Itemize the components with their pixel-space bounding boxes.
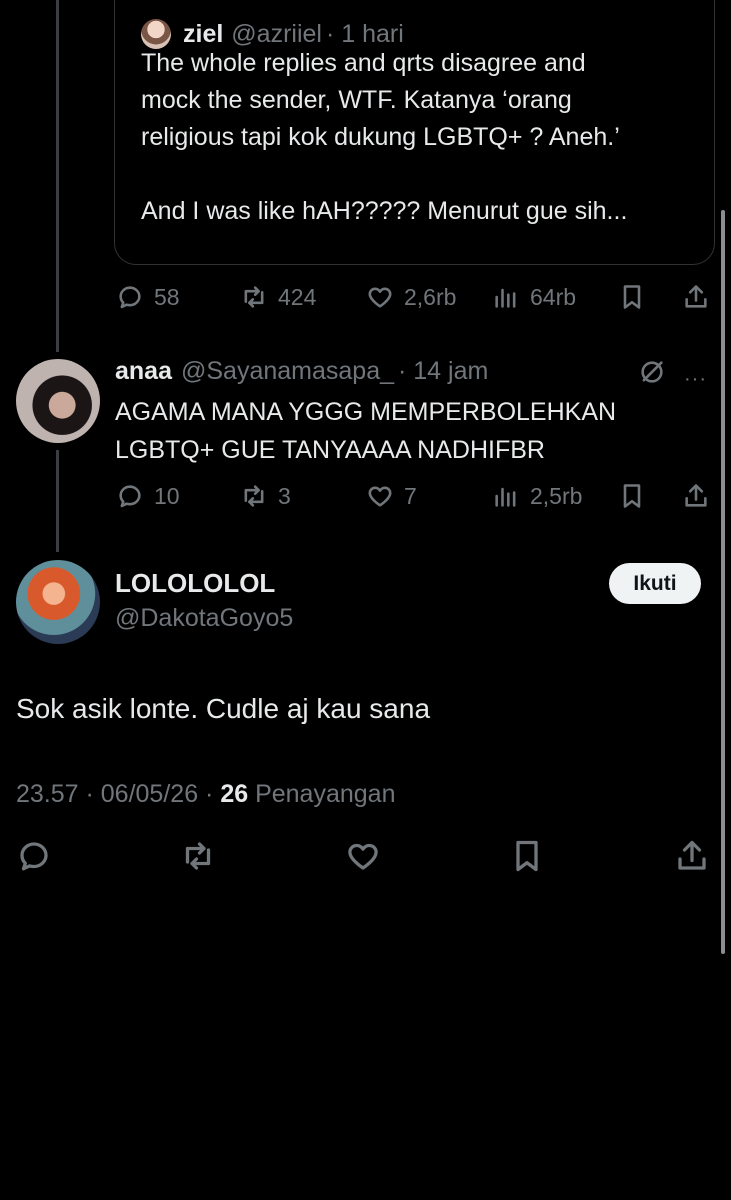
share-icon: [685, 484, 707, 507]
parent-repost-button[interactable]: 424: [240, 283, 316, 311]
main-like-button[interactable]: [345, 838, 381, 874]
more-icon[interactable]: ···: [684, 368, 707, 391]
share-icon: [678, 840, 706, 870]
main-share-button[interactable]: [674, 838, 710, 874]
bookmark-icon: [623, 484, 641, 508]
reply-like-count: 7: [404, 482, 417, 509]
share-icon: [685, 285, 707, 308]
parent-bookmark-button[interactable]: [618, 283, 646, 311]
grok-icon[interactable]: [638, 358, 666, 386]
scrollbar[interactable]: [721, 210, 725, 954]
bookmark-icon: [516, 840, 538, 872]
heart-icon: [368, 486, 392, 507]
parent-share-button[interactable]: [682, 283, 710, 311]
reply-icon: [119, 286, 141, 309]
repost-icon: [185, 842, 211, 870]
thread-line-top: [56, 0, 59, 352]
parent-repost-count: 424: [278, 283, 317, 310]
reply-repost-button[interactable]: 3: [240, 482, 291, 510]
heart-icon: [368, 287, 392, 308]
views-label: Penayangan: [248, 780, 396, 808]
reply-views-button[interactable]: 2,5rb: [492, 482, 582, 510]
reply-repost-count: 3: [278, 482, 291, 509]
quoted-tweet-text: The whole replies and qrts disagree and …: [141, 49, 628, 225]
tweet-meta: 23.57 · 06/05/26 · 26 Penayangan: [16, 780, 395, 809]
reply-views-count: 2,5rb: [530, 482, 583, 509]
reply-time: · 14 jam: [398, 357, 489, 385]
follow-button[interactable]: Ikuti: [609, 563, 701, 604]
main-tweet-text: Sok asik lonte. Cudle aj kau sana: [16, 693, 431, 724]
views-icon: [495, 487, 516, 507]
reply-reply-count: 10: [154, 482, 180, 509]
thread-line-middle: [56, 450, 59, 552]
main-avatar[interactable]: [16, 560, 100, 644]
main-bookmark-button[interactable]: [509, 838, 545, 874]
parent-reply-button[interactable]: 58: [116, 283, 180, 311]
reply-like-button[interactable]: 7: [366, 482, 417, 510]
main-reply-button[interactable]: [16, 838, 52, 874]
reply-author-handle[interactable]: @Sayanamasapa_: [181, 357, 394, 386]
views-icon: [495, 288, 516, 308]
parent-like-button[interactable]: 2,6rb: [366, 283, 456, 311]
main-author-name[interactable]: LOLOLOLOL: [115, 568, 275, 599]
reply-icon: [20, 842, 48, 871]
parent-views-button[interactable]: 64rb: [492, 283, 576, 311]
heart-icon: [348, 843, 378, 870]
parent-reply-count: 58: [154, 283, 180, 310]
main-author-handle[interactable]: @DakotaGoyo5: [115, 604, 293, 633]
repost-icon: [244, 485, 264, 507]
reply-share-button[interactable]: [682, 482, 710, 510]
reply-icon: [119, 485, 141, 508]
reply-author-name[interactable]: anaa: [115, 357, 172, 386]
tweet-timestamp: 23.57 · 06/05/26 ·: [16, 780, 221, 808]
repost-icon: [244, 286, 264, 308]
views-count: 26: [220, 780, 249, 808]
parent-views-count: 64rb: [530, 283, 577, 310]
parent-like-count: 2,6rb: [404, 283, 457, 310]
reply-avatar[interactable]: [16, 359, 100, 443]
reply-tweet-text: AGAMA MANA YGGG MEMPERBOLEHKAN LGBTQ+ GU…: [115, 398, 617, 464]
quoted-tweet-card[interactable]: ziel @azriiel · 1 hari The whole replies…: [114, 0, 715, 265]
bookmark-icon: [623, 285, 641, 309]
main-repost-button[interactable]: [180, 838, 216, 874]
reply-bookmark-button[interactable]: [618, 482, 646, 510]
reply-reply-button[interactable]: 10: [116, 482, 180, 510]
reply-header: anaa @Sayanamasapa_ · 14 jam: [115, 357, 488, 386]
